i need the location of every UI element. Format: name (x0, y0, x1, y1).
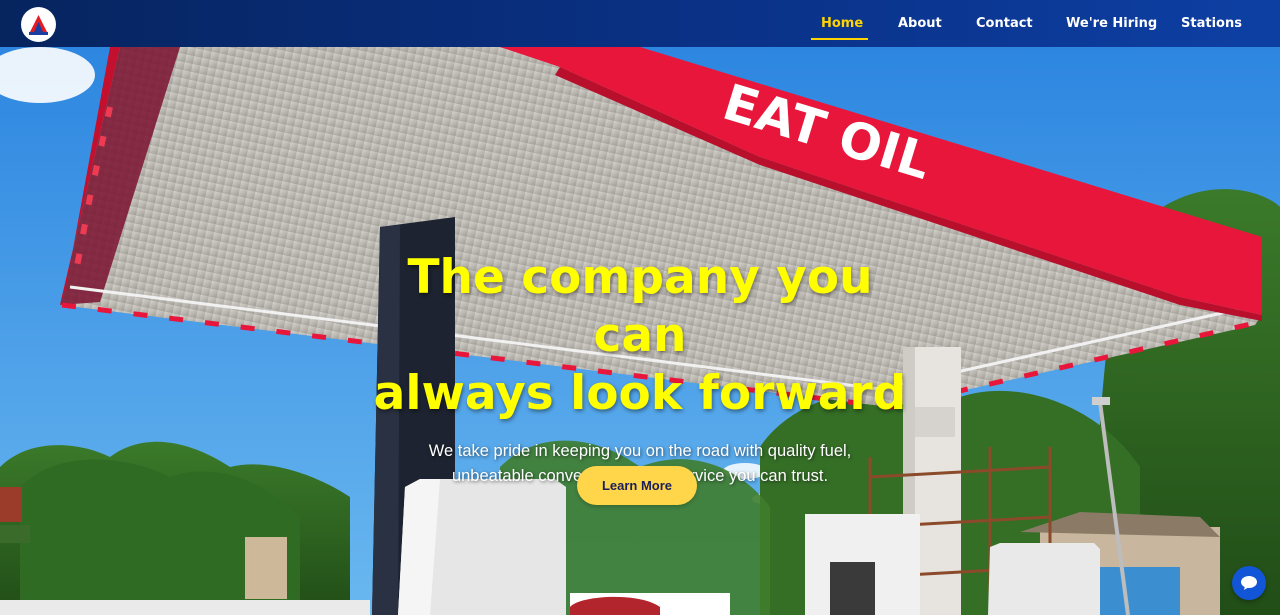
headline-line-1: The company you (407, 250, 873, 305)
hero-section: EAT OIL The company you can always look … (0, 47, 1280, 615)
nav-home[interactable]: Home (821, 15, 863, 35)
nav-contact[interactable]: Contact (976, 15, 1033, 35)
navbar: Home About Contact We're Hiring Stations (0, 0, 1280, 47)
company-logo-icon[interactable] (21, 7, 56, 42)
nav-stations[interactable]: Stations (1181, 15, 1242, 35)
nav-active-underline (811, 38, 868, 40)
hero-headline: The company you can always look forward (340, 249, 940, 423)
headline-line-3: always look forward (373, 366, 907, 421)
nav-about[interactable]: About (898, 15, 942, 35)
headline-line-2: can (593, 308, 687, 363)
subtitle-line-1: We take pride in keeping you on the road… (428, 442, 852, 460)
nav-were-hiring[interactable]: We're Hiring (1066, 15, 1157, 35)
chat-bubble-icon[interactable] (1232, 566, 1266, 600)
learn-more-button[interactable]: Learn More (577, 466, 697, 505)
